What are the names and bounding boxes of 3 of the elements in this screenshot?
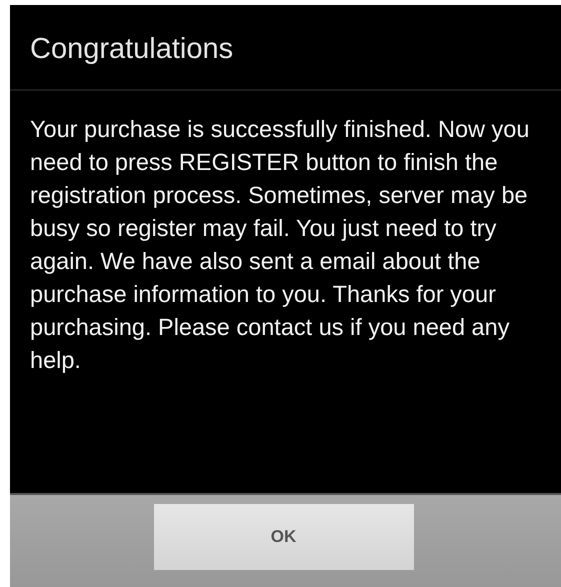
ok-button[interactable]: OK — [154, 504, 414, 570]
dialog-message: Your purchase is successfully finished. Now you need to press REGISTER button to finish the registration process. Sometimes, server may be busy so register may fail. You just need to try again. We have also sent a email about the purchase information to you. Thanks for your purchasing. Please contact us if you need any help. — [29, 115, 530, 375]
dialog-title: Congratulations — [10, 5, 561, 91]
